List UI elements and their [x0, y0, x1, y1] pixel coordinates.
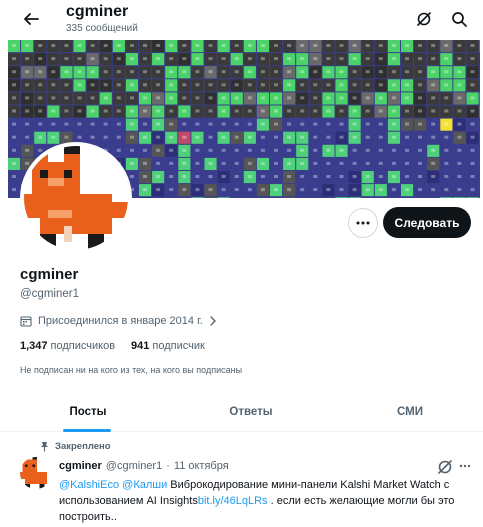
- joined-date-text: Присоединился в январе 2014 г.: [38, 315, 203, 327]
- follow-stats: 1,347 подписчиков 941 подписчик: [20, 340, 205, 352]
- tweet-author-avatar[interactable]: [20, 457, 52, 489]
- profile-avatar[interactable]: [20, 142, 132, 254]
- header-post-count: 335 сообщений: [66, 23, 138, 34]
- tweet-separator: ·: [166, 460, 170, 472]
- profile-tabs: Посты Ответы СМИ: [0, 392, 483, 432]
- more-horizontal-icon: [356, 221, 370, 225]
- followers-you-know-note: Не подписан ни на кого из тех, на кого в…: [20, 365, 243, 375]
- profile-handle: @cgminer1: [20, 288, 79, 300]
- following-stat[interactable]: 941 подписчик: [131, 340, 205, 352]
- following-label: подписчик: [152, 340, 205, 352]
- following-count: 941: [131, 340, 150, 352]
- tab-posts[interactable]: Посты: [40, 392, 136, 432]
- back-button[interactable]: [18, 6, 44, 32]
- tweet-link[interactable]: bit.ly/46LqLRs: [198, 495, 268, 507]
- mention-kalshieco[interactable]: @KalshiEco: [59, 479, 119, 491]
- search-icon: [452, 12, 467, 27]
- followers-label: подписчиков: [50, 340, 116, 352]
- tweet-author-handle[interactable]: @cgminer1: [106, 460, 162, 472]
- pinned-indicator: Закреплено: [40, 441, 111, 452]
- header-title: cgminer: [66, 3, 129, 20]
- pixel-cat-avatar-small: [20, 457, 52, 489]
- followers-stat[interactable]: 1,347 подписчиков: [20, 340, 115, 352]
- pin-icon: [41, 442, 48, 452]
- arrow-left-icon: [24, 13, 39, 25]
- pixel-cat-avatar: [24, 146, 128, 250]
- tweet-author-name[interactable]: cgminer: [59, 460, 102, 472]
- chevron-right-icon: [210, 316, 216, 326]
- grok-button[interactable]: [412, 8, 436, 30]
- profile-name: cgminer: [20, 266, 79, 283]
- grok-icon[interactable]: [437, 459, 453, 475]
- followers-count: 1,347: [20, 340, 48, 352]
- calendar-icon: [20, 316, 32, 327]
- joined-date-row[interactable]: Присоединился в январе 2014 г.: [20, 312, 217, 330]
- tab-media[interactable]: СМИ: [362, 392, 458, 432]
- active-tab-indicator: [63, 429, 111, 432]
- tab-replies[interactable]: Ответы: [203, 392, 299, 432]
- tweet-date[interactable]: 11 октября: [174, 460, 229, 472]
- search-button[interactable]: [447, 8, 471, 30]
- more-options-button[interactable]: [348, 208, 378, 238]
- follow-button[interactable]: Следовать: [383, 207, 471, 238]
- tweet-text: @KalshiEco @Калши Виброкодирование мини-…: [59, 477, 469, 525]
- tweet-more-button[interactable]: [456, 458, 474, 474]
- more-horizontal-icon: [459, 464, 471, 468]
- mention-kalshi[interactable]: @Калши: [122, 479, 167, 491]
- pinned-label: Закреплено: [55, 441, 111, 452]
- grok-icon: [417, 12, 431, 26]
- tweet-header: cgminer @cgminer1 · 11 октября: [59, 460, 229, 472]
- top-bar: cgminer 335 сообщений: [0, 0, 483, 38]
